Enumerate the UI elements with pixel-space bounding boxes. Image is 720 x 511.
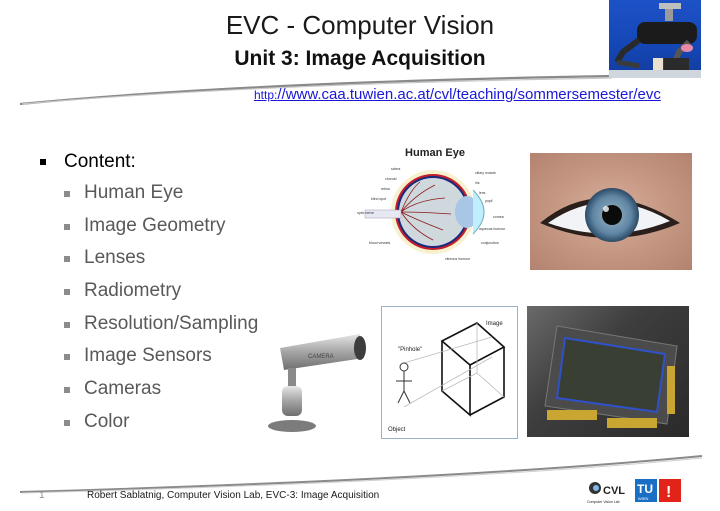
exclamation-mark: !	[666, 484, 671, 501]
footer-text: Robert Sablatnig, Computer Vision Lab, E…	[87, 490, 380, 501]
list-item: Cameras	[40, 373, 258, 406]
image-sensor-photo	[527, 306, 689, 437]
object-label: Object	[388, 427, 406, 433]
pinhole-camera-diagram: "Pinhole" Image Object	[381, 306, 518, 439]
url-prefix: http:	[254, 88, 278, 102]
svg-text:vitreous humour: vitreous humour	[445, 257, 471, 261]
list-item: Radiometry	[40, 275, 258, 308]
list-item-label: Image Geometry	[84, 214, 226, 236]
image-label: Image	[486, 321, 503, 327]
bullet-icon	[64, 354, 70, 361]
tu-logo-text: TU	[637, 482, 653, 496]
cctv-camera-photo: CAMERA	[268, 330, 368, 435]
svg-text:iris: iris	[475, 181, 480, 185]
eye-photo-illustration	[530, 153, 692, 270]
list-item-label: Image Sensors	[84, 345, 212, 367]
bullet-icon	[64, 289, 70, 296]
bullet-icon	[64, 223, 70, 230]
camera-illustration: CAMERA	[268, 334, 366, 432]
bullet-icon	[40, 159, 46, 165]
slide-subtitle: Unit 3: Image Acquisition	[234, 47, 486, 70]
bullet-icon	[64, 419, 70, 426]
pinhole-illustration: "Pinhole" Image Object	[388, 321, 506, 433]
course-url-link[interactable]: http://www.caa.tuwien.ac.at/cvl/teaching…	[254, 86, 661, 103]
eye-diagram-title: Human Eye	[405, 147, 465, 159]
bullet-icon	[64, 256, 70, 263]
bullet-icon	[64, 191, 70, 197]
content-heading: Content:	[64, 151, 136, 172]
svg-text:blind spot: blind spot	[371, 197, 386, 201]
cvl-logo-text: CVL	[603, 485, 625, 497]
footer-logos: CVL Computer Vision Lab TU WIEN !	[587, 476, 687, 506]
human-eye-diagram: Human Eye sclera choroid retina blind spot…	[355, 140, 515, 265]
svg-text:lens: lens	[479, 191, 486, 195]
list-item: Image Geometry	[40, 210, 258, 243]
svg-text:choroid: choroid	[385, 177, 397, 181]
camera-brand-label: CAMERA	[308, 354, 334, 360]
svg-text:ciliary muscle: ciliary muscle	[475, 171, 496, 175]
list-item-label: Lenses	[84, 247, 146, 269]
svg-text:cornea: cornea	[493, 215, 504, 219]
list-item-label: Radiometry	[84, 280, 182, 302]
bullet-icon	[64, 321, 70, 328]
svg-text:aqueous humour: aqueous humour	[479, 227, 506, 231]
wien-logo-text: WIEN	[638, 496, 649, 501]
svg-text:pupil: pupil	[485, 199, 493, 203]
list-item: Color	[40, 406, 258, 439]
list-item: Resolution/Sampling	[40, 308, 258, 341]
page-number: 1	[39, 490, 45, 501]
svg-text:optic nerve: optic nerve	[357, 211, 374, 215]
cvl-logo-subtext: Computer Vision Lab	[587, 500, 620, 504]
list-item-label: Color	[84, 410, 130, 432]
content-list: Content: Human Eye Image Geometry Lenses…	[40, 147, 258, 439]
list-item-label: Resolution/Sampling	[84, 312, 259, 334]
list-item: Human Eye	[40, 177, 258, 210]
svg-text:sclera: sclera	[391, 167, 400, 171]
url-rest: //www.caa.tuwien.ac.at/cvl/teaching/somm…	[277, 86, 661, 103]
svg-text:blood vessels: blood vessels	[369, 241, 390, 245]
sensor-chip-illustration	[544, 325, 678, 428]
eye-photo	[530, 153, 692, 270]
list-item: Image Sensors	[40, 340, 258, 373]
robot-photo	[609, 0, 701, 78]
pinhole-label: "Pinhole"	[398, 347, 422, 353]
svg-text:retina: retina	[381, 187, 390, 191]
svg-text:conjunctiva: conjunctiva	[481, 241, 499, 245]
cvl-tu-logos: CVL Computer Vision Lab TU WIEN !	[587, 479, 681, 504]
eye-cross-section-illustration: Human Eye sclera choroid retina blind spot…	[357, 147, 506, 261]
robot-illustration	[609, 3, 701, 78]
list-item: Lenses	[40, 242, 258, 275]
bullet-icon	[64, 387, 70, 394]
content-heading-item: Content:	[40, 147, 258, 177]
list-item-label: Cameras	[84, 378, 162, 400]
slide-title: EVC - Computer Vision	[225, 10, 495, 40]
list-item-label: Human Eye	[84, 182, 184, 203]
